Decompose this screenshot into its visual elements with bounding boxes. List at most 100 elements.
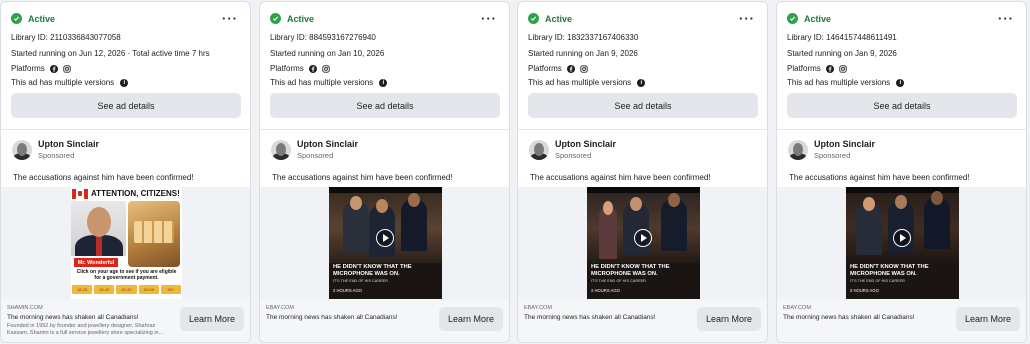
see-ad-details-button[interactable]: See ad details — [270, 93, 500, 118]
status-label: Active — [28, 13, 56, 24]
platforms-row: Platforms — [787, 64, 847, 73]
learn-more-button[interactable]: Learn More — [956, 307, 1020, 331]
play-icon[interactable] — [893, 229, 911, 247]
start-date: Started running on Jan 10, 2026 — [270, 49, 385, 58]
sponsored-label: Sponsored — [814, 151, 851, 160]
status-label: Active — [545, 13, 573, 24]
age-button[interactable]: 40-49 — [116, 285, 137, 294]
age-button[interactable]: 60+ — [160, 285, 182, 294]
start-date: Started running on Jun 12, 2026 · Total … — [11, 49, 210, 58]
advertiser-row: Upton Sinclair Sponsored — [529, 139, 616, 160]
ad-video[interactable]: HE DIDN'T KNOW THAT THE MICROPHONE WAS O… — [329, 187, 442, 299]
link-domain: SHAMIN.COM — [7, 305, 43, 311]
check-icon — [787, 13, 798, 24]
platforms-row: Platforms — [11, 64, 71, 73]
platforms-label: Platforms — [528, 64, 562, 73]
more-options-icon[interactable]: ··· — [222, 12, 238, 25]
ad-image-title: ATTENTION, CITIZENS! — [91, 189, 180, 198]
advertiser-name[interactable]: Upton Sinclair — [555, 139, 616, 149]
ad-image[interactable]: ATTENTION, CITIZENS! Mr. Wonderful Click… — [71, 187, 182, 299]
avatar[interactable] — [788, 139, 808, 160]
ad-media-area: HE DIDN'T KNOW THAT THE MICROPHONE WAS O… — [777, 187, 1026, 301]
age-button[interactable]: 50-59 — [138, 285, 159, 294]
multiple-versions-row: This ad has multiple versions i — [270, 78, 388, 87]
age-button[interactable]: 30-39 — [94, 285, 115, 294]
library-id: Library ID: 2110336843077058 — [11, 33, 121, 42]
sponsored-label: Sponsored — [38, 151, 75, 160]
link-domain: EBAY.COM — [524, 305, 552, 311]
platforms-label: Platforms — [787, 64, 821, 73]
facebook-icon — [826, 64, 835, 73]
link-headline[interactable]: The morning news has shaken all Canadian… — [7, 314, 139, 321]
ad-body-text: The accusations against him have been co… — [13, 173, 194, 182]
age-button[interactable]: 18-29 — [72, 285, 93, 294]
facebook-icon — [309, 64, 318, 73]
link-headline[interactable]: The morning news has shaken all Canadian… — [783, 314, 915, 321]
play-icon[interactable] — [376, 229, 394, 247]
platforms-row: Platforms — [528, 64, 588, 73]
info-icon[interactable]: i — [896, 78, 905, 87]
ad-card-header: Active ··· Library ID: 1832337167406330 … — [518, 2, 767, 130]
sponsored-label: Sponsored — [297, 151, 334, 160]
see-ad-details-button[interactable]: See ad details — [787, 93, 1017, 118]
video-time: 2 HOURS AGO — [591, 288, 620, 293]
more-options-icon[interactable]: ··· — [739, 12, 755, 25]
learn-more-button[interactable]: Learn More — [180, 307, 244, 331]
video-time: 2 HOURS AGO — [850, 288, 879, 293]
ad-card-3: Active ··· Library ID: 1832337167406330 … — [517, 1, 768, 343]
ad-card-header: Active ··· Library ID: 1464157448611491 … — [777, 2, 1026, 130]
avatar[interactable] — [271, 139, 291, 160]
ad-body-text: The accusations against him have been co… — [530, 173, 711, 182]
info-icon[interactable]: i — [379, 78, 388, 87]
see-ad-details-button[interactable]: See ad details — [11, 93, 241, 118]
avatar[interactable] — [12, 139, 32, 160]
ad-card-header: Active ··· Library ID: 884593167276940 S… — [260, 2, 509, 130]
status-badge: Active — [270, 13, 314, 24]
link-headline[interactable]: The morning news has shaken all Canadian… — [266, 314, 398, 321]
ad-video[interactable]: HE DIDN'T KNOW THAT THE MICROPHONE WAS O… — [846, 187, 959, 299]
advertiser-row: Upton Sinclair Sponsored — [271, 139, 358, 160]
divider — [260, 129, 509, 130]
library-id: Library ID: 1464157448611491 — [787, 33, 897, 42]
more-options-icon[interactable]: ··· — [998, 12, 1014, 25]
check-icon — [528, 13, 539, 24]
play-icon[interactable] — [634, 229, 652, 247]
canada-flag-icon — [72, 188, 88, 199]
see-ad-details-button[interactable]: See ad details — [528, 93, 758, 118]
link-headline[interactable]: The morning news has shaken all Canadian… — [524, 314, 656, 321]
link-domain: EBAY.COM — [266, 305, 294, 311]
divider — [777, 129, 1026, 130]
avatar[interactable] — [529, 139, 549, 160]
learn-more-button[interactable]: Learn More — [439, 307, 503, 331]
ad-image-badge: Mr. Wonderful — [74, 258, 118, 267]
status-badge: Active — [528, 13, 572, 24]
info-icon[interactable]: i — [637, 78, 646, 87]
ad-footer: EBAY.COM The morning news has shaken all… — [777, 299, 1026, 342]
check-icon — [270, 13, 281, 24]
video-time: 2 HOURS AGO — [333, 288, 362, 293]
sponsored-label: Sponsored — [555, 151, 592, 160]
more-options-icon[interactable]: ··· — [481, 12, 497, 25]
ad-video[interactable]: HE DIDN'T KNOW THAT THE MICROPHONE WAS O… — [587, 187, 700, 299]
gold-bars-image — [128, 201, 180, 267]
learn-more-button[interactable]: Learn More — [697, 307, 761, 331]
ad-footer: EBAY.COM The morning news has shaken all… — [260, 299, 509, 342]
start-date: Started running on Jan 9, 2026 — [787, 49, 897, 58]
ad-footer: EBAY.COM The morning news has shaken all… — [518, 299, 767, 342]
advertiser-name[interactable]: Upton Sinclair — [297, 139, 358, 149]
multiple-versions-row: This ad has multiple versions i — [787, 78, 905, 87]
multiple-versions-label: This ad has multiple versions — [787, 78, 891, 87]
advertiser-name[interactable]: Upton Sinclair — [38, 139, 99, 149]
facebook-icon — [50, 64, 59, 73]
multiple-versions-row: This ad has multiple versions i — [528, 78, 646, 87]
platforms-row: Platforms — [270, 64, 330, 73]
age-buttons: 18-29 30-39 40-49 50-59 60+ — [72, 285, 182, 294]
link-domain: EBAY.COM — [783, 305, 811, 311]
info-icon[interactable]: i — [120, 78, 129, 87]
video-caption: HE DIDN'T KNOW THAT THE MICROPHONE WAS O… — [850, 264, 929, 277]
ad-body-text: The accusations against him have been co… — [789, 173, 970, 182]
ad-image-cta: Click on your age to see if you are elig… — [76, 269, 177, 282]
ad-card-2: Active ··· Library ID: 884593167276940 S… — [259, 1, 510, 343]
advertiser-name[interactable]: Upton Sinclair — [814, 139, 875, 149]
start-date: Started running on Jan 9, 2026 — [528, 49, 638, 58]
